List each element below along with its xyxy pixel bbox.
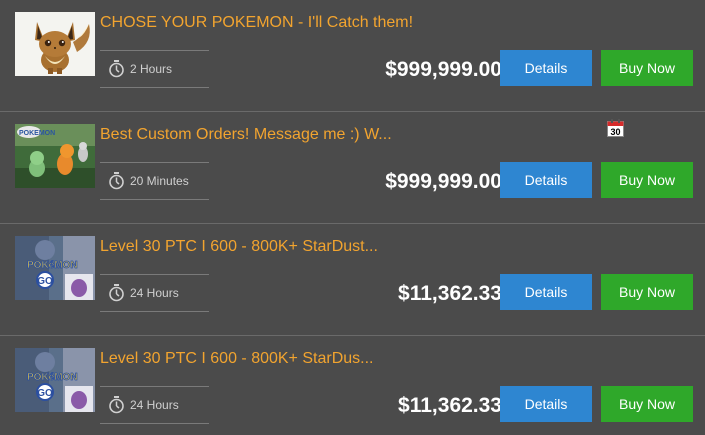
svg-text:GO: GO — [37, 276, 53, 287]
buy-now-button[interactable]: Buy Now — [601, 274, 693, 310]
pokemon-go-logo-thumbnail[interactable]: POKéMON GO — [15, 236, 95, 300]
listing-row: CHOSE YOUR POKEMON - I'll Catch them! 2 … — [0, 0, 705, 112]
pokemon-go-logo-thumbnail[interactable]: POKéMON GO — [15, 348, 95, 412]
buy-now-button[interactable]: Buy Now — [601, 50, 693, 86]
svg-text:POKEMON: POKEMON — [19, 130, 55, 137]
price: $999,999.00 — [385, 170, 502, 193]
details-button[interactable]: Details — [500, 274, 592, 310]
details-button[interactable]: Details — [500, 386, 592, 422]
calendar-icon: 30 — [607, 119, 624, 137]
duration-box: 2 Hours — [100, 50, 209, 88]
buy-now-button[interactable]: Buy Now — [601, 386, 693, 422]
price: $999,999.00 — [385, 58, 502, 81]
stopwatch-icon — [109, 284, 124, 302]
details-button[interactable]: Details — [500, 50, 592, 86]
stopwatch-icon — [109, 60, 124, 78]
svg-text:POKéMON: POKéMON — [27, 260, 78, 271]
duration-label: 24 Hours — [130, 398, 179, 412]
pokemon-go-scene-thumbnail[interactable]: POKEMON — [15, 124, 95, 188]
listing-row: POKéMON GO Level 30 PTC I 600 - 800K+ St… — [0, 224, 705, 336]
stopwatch-icon — [109, 396, 124, 414]
duration-box: 24 Hours — [100, 274, 209, 312]
duration-label: 24 Hours — [130, 286, 179, 300]
duration-label: 2 Hours — [130, 62, 173, 76]
details-button[interactable]: Details — [500, 162, 592, 198]
duration-box: 20 Minutes — [100, 162, 209, 200]
listing-title[interactable]: Best Custom Orders! Message me :) W... — [100, 126, 392, 144]
svg-text:POKéMON: POKéMON — [27, 372, 78, 383]
duration-box: 24 Hours — [100, 386, 209, 424]
svg-text:GO: GO — [37, 388, 53, 399]
price: $11,362.33 — [398, 282, 502, 305]
buy-now-button[interactable]: Buy Now — [601, 162, 693, 198]
listing-row: POKEMON Best Custom Orders! Message me :… — [0, 112, 705, 224]
svg-text:30: 30 — [610, 127, 620, 137]
listing-row: POKéMON GO Level 30 PTC I 600 - 800K+ St… — [0, 336, 705, 435]
duration-label: 20 Minutes — [130, 174, 189, 188]
price: $11,362.33 — [398, 394, 502, 417]
listing-title[interactable]: Level 30 PTC I 600 - 800K+ StarDust... — [100, 238, 378, 256]
listing-title[interactable]: Level 30 PTC I 600 - 800K+ StarDus... — [100, 350, 373, 368]
stopwatch-icon — [109, 172, 124, 190]
listing-title[interactable]: CHOSE YOUR POKEMON - I'll Catch them! — [100, 14, 413, 32]
eevee-thumbnail[interactable] — [15, 12, 95, 76]
